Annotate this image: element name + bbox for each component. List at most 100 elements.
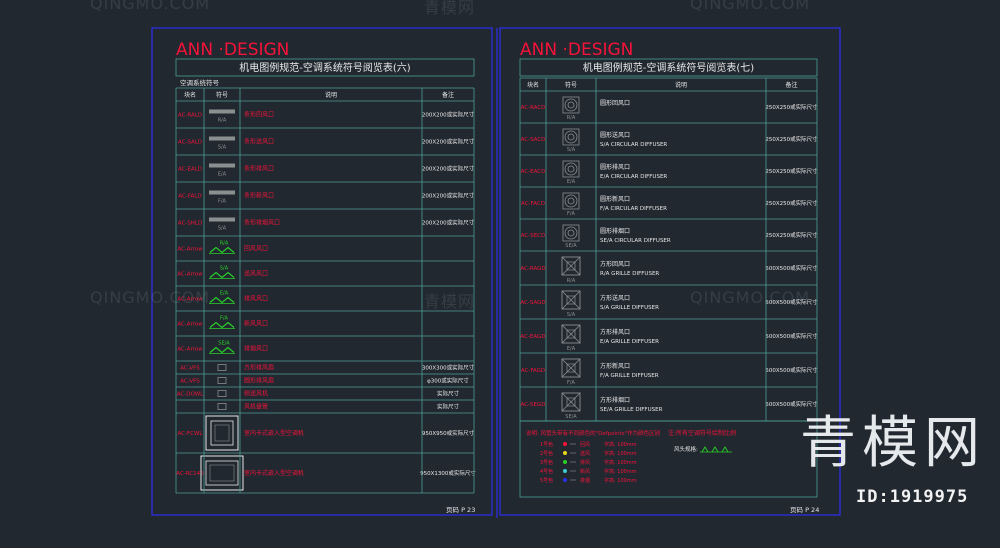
legend-name: 排烟: [580, 477, 590, 484]
symbol-sub-label: F/A: [567, 380, 576, 386]
symbol-square: F/A: [561, 358, 581, 386]
legend-note: 字高: 100mm: [604, 441, 637, 448]
airflow-arrow-icon: [209, 321, 235, 329]
symbol-sub-label: F/A: [567, 211, 576, 217]
remark: 950X950或实际尺寸: [422, 429, 475, 437]
block-name: AC-VFS: [180, 366, 200, 372]
symbol-sub-label: R/A: [567, 115, 576, 121]
remark: 250X250或实际尺寸: [765, 231, 818, 239]
table-row: AC-FCWL 室内卡式嵌入型空调机 950X950或实际尺寸: [178, 415, 475, 451]
table-row: AC-EAGD E/A 方形排风口 E/A GRILLE DIFFUSER 500X50…: [520, 324, 818, 352]
block-name: AC-SECD: [521, 233, 546, 239]
block-name: AC-DOWL: [177, 392, 204, 398]
block-name: AC-FAGD: [521, 368, 545, 374]
round-diffuser-core-icon: [567, 101, 575, 109]
block-name: AC-SHLD: [178, 221, 202, 227]
remark: 500X500或实际尺寸: [765, 264, 818, 272]
fan-icon: [217, 364, 227, 371]
symbol-bar: S/A: [209, 217, 235, 232]
remark: 500X500或实际尺寸: [765, 298, 818, 306]
description: 条形新风口: [244, 192, 274, 200]
table-row: AC-RACD R/A 圆形回风口 250X250或实际尺寸: [521, 96, 818, 121]
description: 方形排风口: [600, 328, 630, 336]
block-name: AC-Arrow: [177, 247, 203, 253]
symbol-arrow: F/A: [209, 316, 235, 329]
symbol-sub-label: E/A: [218, 172, 227, 178]
table-row: AC-Arrow F/A 新风风口: [177, 316, 268, 329]
symbol-square: SE/A: [561, 392, 581, 420]
sheet-left[interactable]: ANN ·DESIGN机电图例规范-空调系统符号阅览表(六) 空调系统符号块名 符号…: [151, 27, 493, 516]
symbol-sub-label: E/A: [567, 346, 576, 352]
sheet-right[interactable]: ANN ·DESIGN机电图例规范-空调系统符号阅览表(七) 块名 符号 说明 备注 AC…: [499, 27, 841, 516]
round-diffuser-ring-icon: [564, 226, 578, 240]
legend-note: 字高: 100mm: [604, 450, 637, 457]
block-name: AC-RC140: [176, 471, 204, 477]
round-diffuser-core-icon: [567, 197, 575, 205]
symbol-round: E/A: [562, 160, 580, 185]
table-row: AC-FALD F/A 条形新风口 200X200或实际尺寸: [178, 190, 475, 205]
block-name: AC-FCWL: [178, 431, 204, 437]
remark: 实际尺寸: [437, 403, 460, 411]
legend-label: 2号色: [540, 450, 553, 457]
remark: 300X300或实际尺寸: [422, 364, 475, 372]
column-header: 备注: [785, 81, 797, 89]
remark: 200X200或实际尺寸: [422, 138, 475, 146]
symbol-sub-label: F/A: [220, 316, 229, 322]
page-number: 页码 P 24: [790, 506, 819, 514]
symbol-bar: S/A: [209, 136, 235, 151]
symbol-sub-label: SE/A: [565, 243, 577, 249]
symbol-bar: E/A: [209, 163, 235, 178]
legend-title: 说明: 风管头带有不同颜色的"Defpoints"作为颜色区别: [526, 429, 660, 437]
airflow-arrow-icon: [711, 446, 719, 453]
symbol-small: [217, 377, 227, 384]
description: 方形送风口: [600, 294, 630, 302]
description-en: F/A GRILLE DIFFUSER: [600, 373, 659, 379]
column-header: 符号: [565, 81, 577, 89]
symbol-sub-label: S/A: [567, 147, 576, 153]
table-row: AC-SAGD S/A 方形送风口 S/A GRILLE DIFFUSER 500X50…: [520, 290, 818, 318]
block-name: AC-VFS: [180, 379, 200, 385]
description: 圆形新风口: [600, 195, 630, 203]
airflow-arrow-icon: [209, 346, 235, 354]
symbol-square: E/A: [561, 324, 581, 352]
legend-name: 回风: [580, 442, 590, 448]
symbol-small: [217, 403, 227, 410]
remark: 500X500或实际尺寸: [765, 400, 818, 408]
asset-id: ID:1919975: [856, 487, 969, 507]
symbol-arrow: E/A: [209, 291, 235, 304]
table-row: 风机盘管 实际尺寸: [217, 403, 460, 411]
description: 侧送风机: [244, 390, 268, 398]
airflow-arrow-icon: [209, 271, 235, 279]
description: 送风风口: [244, 270, 268, 278]
block-name: AC-RAGD: [520, 266, 545, 272]
round-diffuser-ring-icon: [564, 162, 578, 176]
description: 圆形送风口: [600, 131, 630, 139]
table-row: AC-VFS 方形排风扇 300X300或实际尺寸: [180, 364, 474, 372]
table-row: AC-Arrow S/A 送风风口: [177, 266, 268, 279]
description: 风机盘管: [244, 403, 268, 411]
block-name: AC-RALD: [178, 113, 202, 119]
description: 回风风口: [244, 246, 268, 253]
legend-note: 字高: 100mm: [604, 468, 637, 475]
sheet-title: 机电图例规范-空调系统符号阅览表(六): [239, 61, 411, 74]
fan-icon: [217, 390, 227, 397]
legend-label: 1号色: [540, 441, 553, 448]
table-row: AC-RC140 室内卡式嵌入型空调机 950X1300或实际尺寸: [176, 455, 476, 491]
description: 方形排风扇: [244, 364, 274, 372]
description: 条形送风口: [244, 138, 274, 146]
round-diffuser-ring-icon: [564, 98, 578, 112]
column-header: 说明: [675, 81, 687, 89]
round-diffuser-core-icon: [567, 229, 575, 237]
legend-swatch-icon: [563, 442, 567, 446]
symbol-sub-label: S/A: [218, 145, 227, 151]
remark: 200X200或实际尺寸: [422, 192, 475, 200]
symbol-arrow: R/A: [209, 241, 235, 254]
block-name: AC-SAGD: [520, 300, 545, 306]
symbol-round: F/A: [562, 192, 580, 217]
legend-name: 新风: [580, 468, 590, 475]
description: 室内卡式嵌入型空调机: [244, 429, 304, 437]
remark: φ300或实际尺寸: [427, 377, 469, 385]
table-row: AC-SALD S/A 条形送风口 200X200或实际尺寸: [178, 136, 475, 151]
symbol-small: [217, 390, 227, 397]
description-en: S/A CIRCULAR DIFFUSER: [600, 142, 667, 148]
